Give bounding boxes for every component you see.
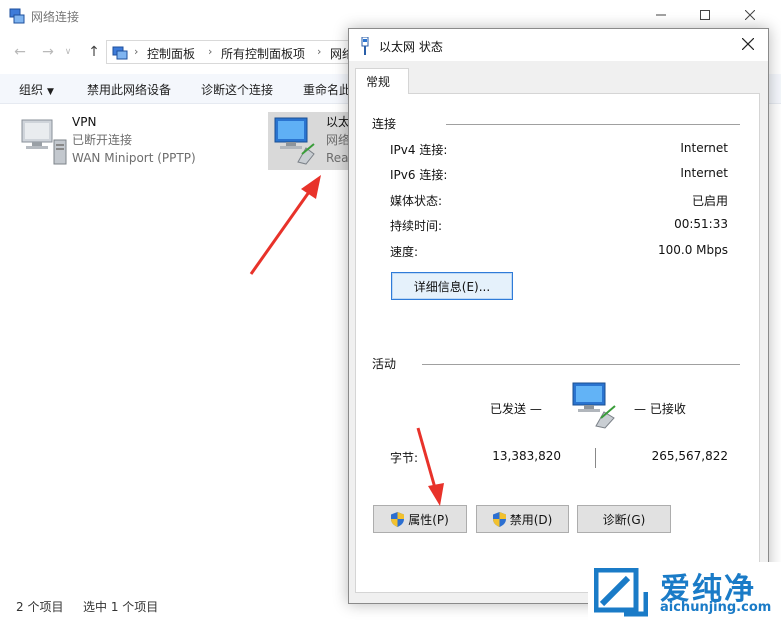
- forward-button[interactable]: →: [38, 42, 58, 62]
- ethernet-status-dialog: 以太网 状态 常规 连接 IPv4 连接: Internet IPv6 连接: …: [348, 28, 769, 604]
- breadcrumb-control-panel[interactable]: 控制面板: [147, 45, 195, 62]
- maximize-button[interactable]: [682, 0, 728, 30]
- item-count: 2 个项目: [16, 600, 64, 614]
- ipv6-label: IPv6 连接:: [390, 168, 448, 182]
- breadcrumb-all-items[interactable]: 所有控制面板项: [221, 45, 305, 62]
- tab-general[interactable]: 常规: [355, 68, 409, 94]
- item-text: VPN 已断开连接 WAN Miniport (PPTP): [72, 113, 196, 167]
- dialog-close-button[interactable]: [728, 29, 768, 59]
- watermark-url: aichunjing.com: [660, 600, 772, 615]
- maximize-icon: [700, 10, 710, 20]
- general-panel: 连接 IPv4 连接: Internet IPv6 连接: Internet 媒…: [355, 93, 760, 593]
- bytes-label: 字节:: [390, 451, 419, 465]
- diagnose-button[interactable]: 诊断(G): [577, 505, 671, 533]
- activity-separator: [595, 448, 596, 468]
- duration-value: 00:51:33: [674, 217, 728, 231]
- item-text: 以太 网络 Rea: [326, 113, 350, 167]
- received-label: — 已接收: [634, 402, 686, 416]
- control-panel-icon: [112, 46, 128, 60]
- arrow-left-icon: ←: [14, 44, 26, 60]
- dialog-title: 以太网 状态: [379, 40, 443, 54]
- ipv6-value: Internet: [680, 166, 728, 180]
- properties-label: 属性(P): [408, 512, 449, 527]
- caret-down-icon: ▼: [47, 87, 54, 97]
- connection-name: 以太: [326, 115, 351, 129]
- breadcrumb-separator: ›: [208, 45, 213, 58]
- minimize-icon: [656, 14, 666, 16]
- connection-status: 已断开连接: [72, 133, 133, 147]
- close-icon: [745, 10, 755, 20]
- chevron-down-icon: ∨: [64, 47, 72, 57]
- connection-device: Rea: [326, 151, 349, 165]
- sent-label: 已发送 —: [490, 402, 542, 416]
- ipv4-value: Internet: [680, 141, 728, 155]
- shield-icon: [391, 511, 405, 527]
- recent-locations-button[interactable]: ∨: [62, 42, 74, 62]
- shield-icon: [492, 511, 506, 527]
- media-state-label: 媒体状态:: [390, 194, 443, 208]
- vpn-adapter-icon: [21, 119, 67, 165]
- back-button[interactable]: ←: [10, 42, 30, 62]
- tab-label: 常规: [366, 75, 391, 89]
- connection-device: WAN Miniport (PPTP): [72, 151, 196, 165]
- connection-item-ethernet[interactable]: 以太 网络 Rea: [268, 112, 350, 170]
- duration-label: 持续时间:: [390, 219, 443, 233]
- bytes-sent-value: 13,383,820: [492, 449, 561, 463]
- close-button[interactable]: [727, 0, 773, 30]
- ipv4-label: IPv4 连接:: [390, 143, 448, 157]
- bytes-received-value: 265,567,822: [651, 449, 728, 463]
- breadcrumb-separator: ›: [317, 45, 322, 58]
- activity-group-divider: [422, 364, 740, 365]
- watermark-logo-icon: [594, 568, 648, 617]
- activity-group-label: 活动: [372, 357, 397, 371]
- breadcrumb-separator: ›: [134, 45, 139, 58]
- diagnose-connection-button[interactable]: 诊断这个连接: [201, 81, 273, 98]
- arrow-right-icon: →: [42, 44, 54, 60]
- speed-label: 速度:: [390, 245, 419, 259]
- ethernet-adapter-icon: [274, 117, 315, 165]
- connection-status: 网络: [326, 133, 351, 147]
- connection-group-label: 连接: [372, 117, 397, 131]
- details-button[interactable]: 详细信息(E)...: [391, 272, 513, 300]
- close-icon: [742, 38, 754, 50]
- rename-connection-button[interactable]: 重命名此: [303, 81, 351, 98]
- disable-device-button[interactable]: 禁用此网络设备: [87, 81, 171, 98]
- window-title: 网络连接: [31, 10, 80, 24]
- connection-item-vpn[interactable]: VPN 已断开连接 WAN Miniport (PPTP): [18, 112, 218, 170]
- disable-label: 禁用(D): [509, 512, 553, 527]
- selected-count: 选中 1 个项目: [83, 600, 159, 614]
- media-state-value: 已启用: [691, 194, 728, 208]
- properties-button[interactable]: 属性(P): [373, 505, 467, 533]
- watermark: 爱纯净 aichunjing.com: [588, 562, 781, 620]
- dialog-titlebar: 以太网 状态: [349, 29, 768, 61]
- up-button[interactable]: ↑: [84, 42, 104, 62]
- network-connections-icon: [9, 8, 25, 24]
- ethernet-plug-icon: [361, 37, 369, 55]
- minimize-button[interactable]: [638, 0, 684, 30]
- arrow-up-icon: ↑: [88, 44, 100, 60]
- speed-value: 100.0 Mbps: [657, 243, 728, 257]
- organize-menu[interactable]: 组织 ▼: [19, 81, 54, 98]
- disable-button[interactable]: 禁用(D): [476, 505, 569, 533]
- network-activity-icon: [572, 382, 616, 429]
- connection-name: VPN: [72, 115, 97, 129]
- connection-group-divider: [446, 124, 740, 125]
- address-bar[interactable]: › 控制面板 › 所有控制面板项 › 网络: [106, 40, 366, 64]
